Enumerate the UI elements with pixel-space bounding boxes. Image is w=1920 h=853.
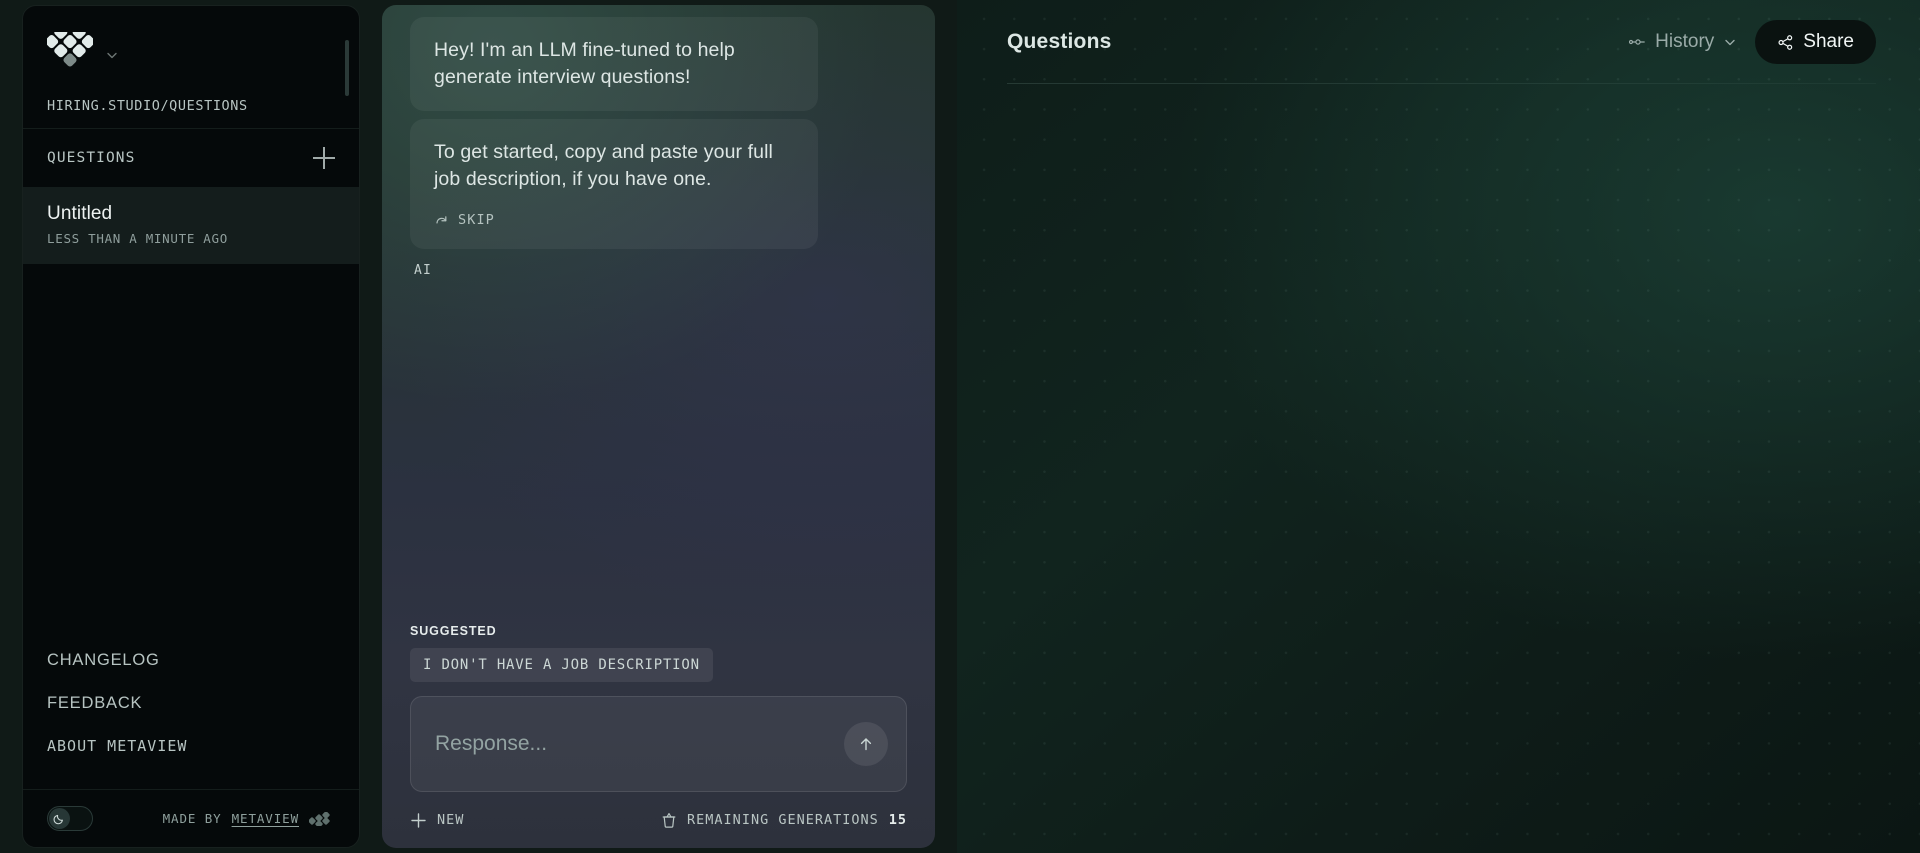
response-input[interactable]: [435, 732, 882, 756]
made-by[interactable]: MADE BY METAVIEW: [163, 811, 335, 826]
sidebar-section-header: QUESTIONS: [23, 129, 359, 187]
sidebar-section-title: QUESTIONS: [47, 150, 136, 166]
sidebar-footer: MADE BY METAVIEW: [23, 789, 359, 847]
chat-panel: Hey! I'm an LLM fine-tuned to help gener…: [382, 5, 935, 848]
message-author-tag: AI: [414, 263, 433, 279]
sidebar-item-changelog[interactable]: CHANGELOG: [47, 639, 335, 682]
metaview-diamond-logo-icon: [47, 32, 93, 78]
arrow-up-icon: [860, 738, 872, 751]
sidebar: HIRING.STUDIO/QUESTIONS QUESTIONS Untitl…: [22, 5, 360, 848]
send-button[interactable]: [844, 722, 888, 766]
composer[interactable]: [410, 696, 907, 792]
made-by-brand[interactable]: METAVIEW: [232, 811, 299, 826]
history-button[interactable]: History: [1629, 31, 1737, 53]
metaview-mini-logo-icon: [309, 811, 335, 826]
share-button[interactable]: Share: [1755, 20, 1876, 64]
remaining-generations: REMAINING GENERATIONS 15: [661, 812, 907, 829]
sidebar-item-about-metaview[interactable]: ABOUT METAVIEW: [47, 725, 335, 767]
sidebar-item-feedback[interactable]: FEEDBACK: [47, 682, 335, 725]
skip-button[interactable]: SKIP: [434, 211, 794, 230]
chevron-down-icon[interactable]: [105, 48, 119, 62]
plus-icon: [411, 812, 426, 828]
new-conversation-button[interactable]: NEW: [410, 812, 464, 829]
share-icon: [1777, 34, 1794, 51]
conversation-title: Untitled: [47, 203, 113, 224]
cup-icon: [662, 812, 676, 828]
sidebar-links: CHANGELOG FEEDBACK ABOUT METAVIEW: [23, 639, 359, 789]
conversation-timestamp: LESS THAN A MINUTE AGO: [47, 231, 228, 246]
header-actions: History Share: [1629, 20, 1876, 64]
toggle-knob: [49, 808, 70, 829]
chat-footer: NEW REMAINING GENERATIONS 15: [382, 792, 935, 848]
theme-toggle[interactable]: [47, 806, 93, 831]
moon-icon: [53, 814, 63, 825]
sidebar-brand-block: HIRING.STUDIO/QUESTIONS: [23, 6, 359, 128]
brand-row[interactable]: [47, 32, 335, 78]
header-divider: [1007, 83, 1876, 84]
suggested-label: SUGGESTED: [410, 624, 497, 638]
questions-panel: Questions History Share: [957, 0, 1920, 853]
dot-grid-background: [957, 0, 1920, 853]
chat-message-text: Hey! I'm an LLM fine-tuned to help gener…: [434, 39, 735, 88]
history-label: History: [1655, 31, 1715, 52]
skip-forward-icon: [434, 212, 449, 227]
chat-message: To get started, copy and paste your full…: [410, 118, 818, 250]
chat-message-list: Hey! I'm an LLM fine-tuned to help gener…: [382, 5, 935, 624]
chat-message-text: To get started, copy and paste your full…: [434, 140, 773, 190]
share-label: Share: [1803, 31, 1854, 52]
sidebar-scrollbar[interactable]: [345, 40, 349, 96]
new-label: NEW: [437, 812, 465, 828]
chat-message: Hey! I'm an LLM fine-tuned to help gener…: [410, 17, 818, 111]
suggested-section: SUGGESTED I DON'T HAVE A JOB DESCRIPTION: [382, 624, 935, 682]
page-title: Questions: [1007, 30, 1112, 53]
chevron-down-icon: [1723, 35, 1737, 49]
skip-label: SKIP: [458, 211, 495, 228]
questions-header: Questions History Share: [957, 0, 1920, 84]
made-by-prefix: MADE BY: [162, 811, 222, 826]
suggested-chip[interactable]: I DON'T HAVE A JOB DESCRIPTION: [410, 648, 713, 682]
list-item[interactable]: Untitled LESS THAN A MINUTE AGO: [23, 187, 359, 264]
remaining-generations-count: 15: [888, 812, 907, 828]
app-root: HIRING.STUDIO/QUESTIONS QUESTIONS Untitl…: [0, 0, 1920, 853]
remaining-generations-label: REMAINING GENERATIONS: [687, 812, 879, 828]
timeline-icon: [1629, 36, 1646, 48]
workspace-url: HIRING.STUDIO/QUESTIONS: [47, 98, 248, 114]
plus-icon[interactable]: [313, 147, 335, 169]
